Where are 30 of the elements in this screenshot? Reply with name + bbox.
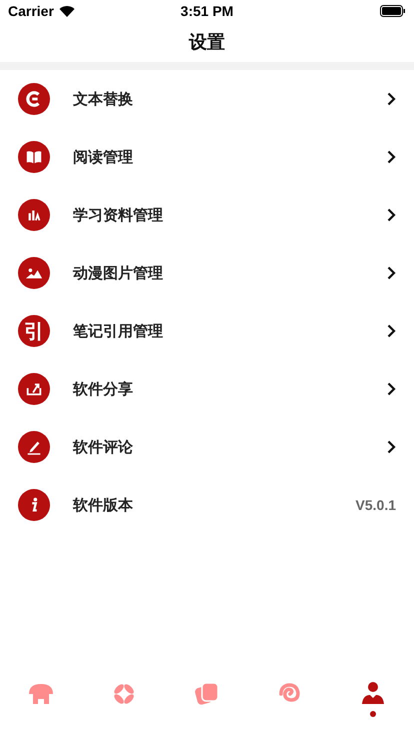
wifi-icon: [58, 5, 75, 17]
chart-icon: [18, 199, 50, 231]
chevron-icon: [387, 324, 396, 338]
chevron-icon: [387, 266, 396, 280]
settings-item[interactable]: 软件版本: [73, 496, 333, 514]
settings-item[interactable]: 文本替换: [73, 90, 364, 108]
share-icon: [18, 373, 50, 405]
chevron-icon: [387, 382, 396, 396]
status-time: 3:51 PM: [180, 3, 234, 19]
settings-item[interactable]: 笔记引用管理: [73, 322, 364, 340]
info-icon: [18, 489, 50, 521]
settings-item[interactable]: 动漫图片管理: [73, 264, 364, 282]
pencil-icon: [18, 431, 50, 463]
selected-dot-icon: [370, 711, 376, 717]
chevron-icon: [387, 208, 396, 222]
mountain-icon: [18, 257, 50, 289]
settings-item[interactable]: 软件分享: [73, 380, 364, 398]
settings-item[interactable]: 学习资料管理: [73, 206, 364, 224]
c-letter-icon: [18, 83, 50, 115]
chevron-icon: [387, 440, 396, 454]
book-icon: [18, 141, 50, 173]
version-value: V5.0.1: [356, 497, 396, 513]
settings-item[interactable]: 阅读管理: [73, 148, 364, 166]
settings-item[interactable]: 软件评论: [73, 438, 364, 456]
chevron-icon: [387, 92, 396, 106]
carrier-label: Carrier: [8, 3, 54, 19]
glyph-icon: 引: [18, 315, 50, 347]
page-title: 设置: [189, 31, 225, 54]
battery-icon: [380, 5, 406, 17]
chevron-icon: [387, 150, 396, 164]
